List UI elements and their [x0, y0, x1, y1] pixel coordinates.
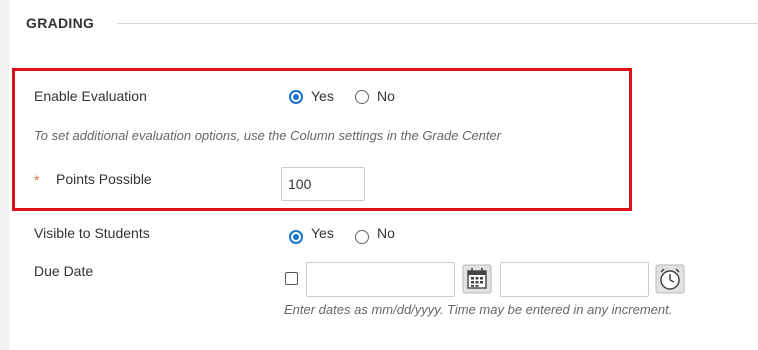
enable-evaluation-no-radio[interactable]	[355, 90, 369, 104]
visible-to-students-no-radio[interactable]	[355, 230, 369, 244]
due-date-label: Due Date	[34, 263, 94, 279]
due-date-checkbox[interactable]	[285, 272, 298, 285]
visible-to-students-yes-radio[interactable]	[289, 230, 303, 244]
calendar-icon[interactable]	[462, 264, 492, 294]
clock-icon[interactable]	[655, 264, 685, 294]
visible-to-students-no-label: No	[377, 225, 395, 241]
visible-to-students-yes-label: Yes	[311, 225, 334, 241]
points-possible-input[interactable]	[281, 167, 365, 201]
due-time-input[interactable]	[500, 262, 649, 297]
enable-evaluation-yes-radio[interactable]	[289, 90, 303, 104]
enable-evaluation-label: Enable Evaluation	[34, 88, 147, 104]
due-date-input[interactable]	[306, 262, 455, 297]
due-date-hint: Enter dates as mm/dd/yyyy. Time may be e…	[284, 302, 673, 317]
section-title: GRADING	[26, 15, 95, 31]
required-asterisk: *	[34, 172, 40, 188]
visible-to-students-label: Visible to Students	[34, 225, 150, 241]
evaluation-hint: To set additional evaluation options, us…	[34, 128, 502, 143]
enable-evaluation-yes-label: Yes	[311, 88, 334, 104]
points-possible-label: Points Possible	[56, 171, 152, 187]
enable-evaluation-no-label: No	[377, 88, 395, 104]
section-divider	[117, 23, 758, 24]
